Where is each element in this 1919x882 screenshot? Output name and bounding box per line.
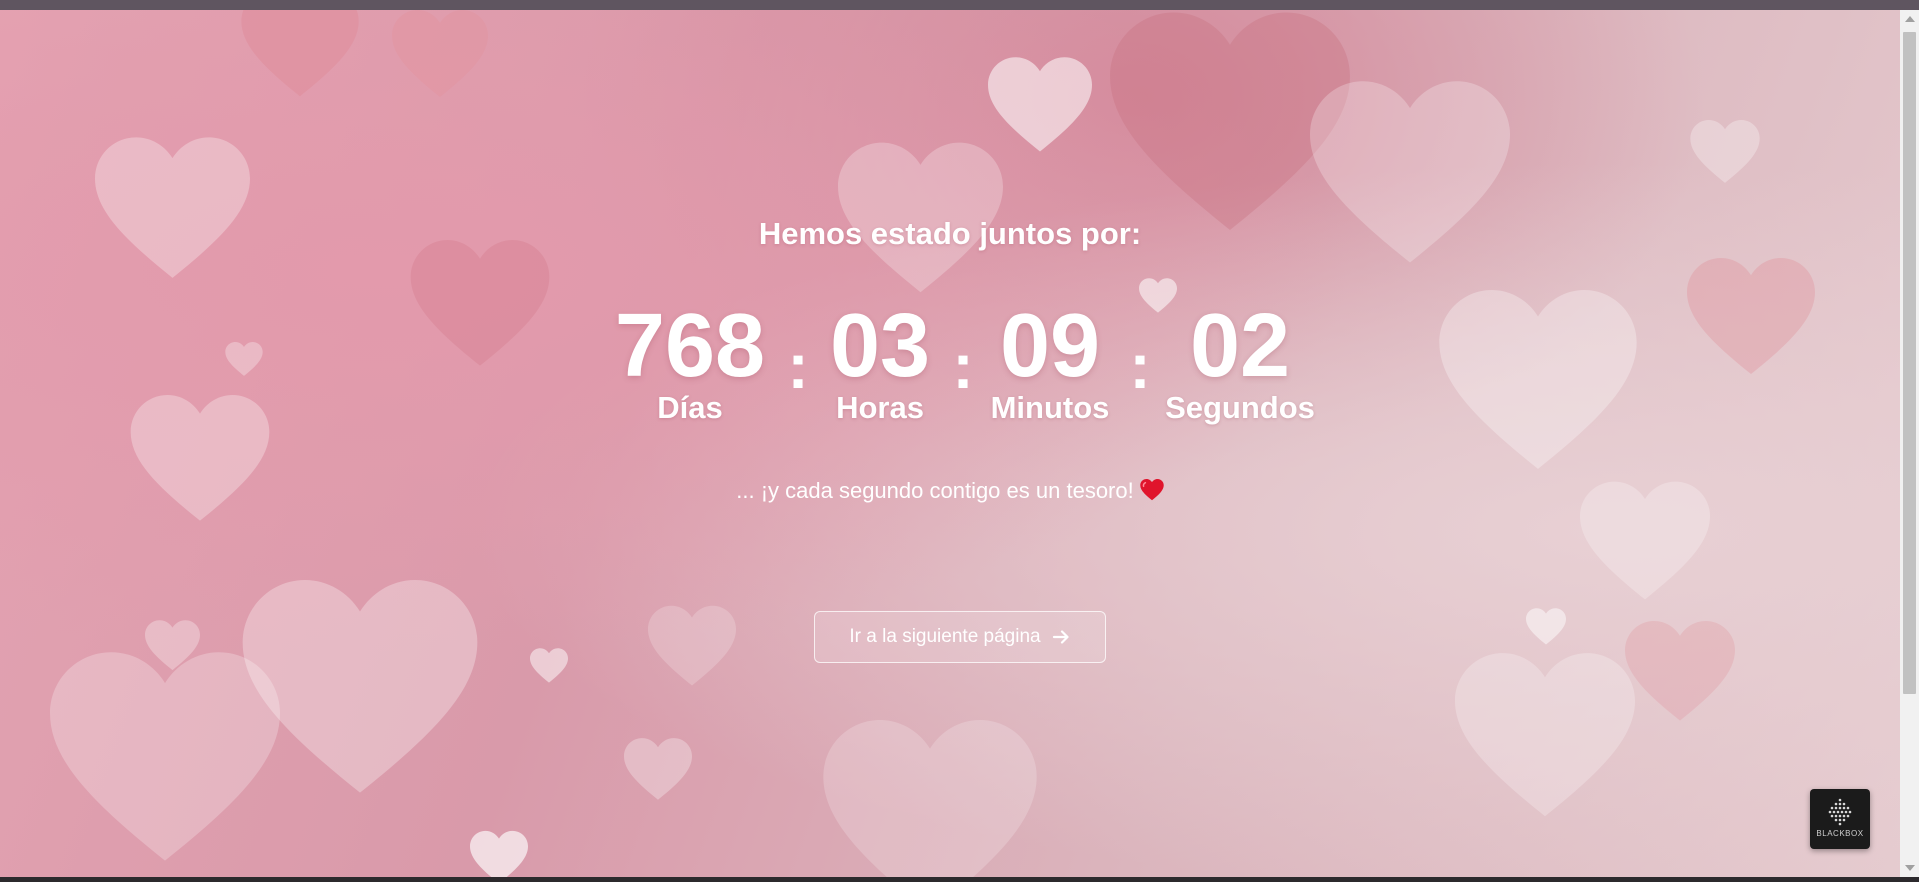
countdown-section: Hemos estado juntos por: 768 Días : 03 H… [0, 0, 1900, 867]
next-page-button[interactable]: Ir a la siguiente página [814, 611, 1106, 663]
next-page-button-label: Ir a la siguiente página [849, 626, 1041, 647]
vertical-scrollbar[interactable] [1900, 10, 1919, 877]
minutes-label: Minutos [990, 390, 1110, 425]
hours-label: Horas [836, 390, 924, 425]
minutes-unit: 09 Minutos [970, 296, 1130, 426]
blackbox-badge[interactable]: BLACKBOX [1810, 789, 1870, 849]
counter-heading: Hemos estado juntos por: [758, 216, 1142, 251]
hours-value: 03 [829, 296, 931, 396]
days-value: 768 [614, 296, 766, 396]
window-bottom-edge [0, 877, 1919, 882]
scroll-up-arrow-icon[interactable] [1905, 16, 1915, 22]
red-heart-icon [1140, 479, 1164, 501]
hours-unit: 03 Horas [800, 296, 960, 426]
seconds-unit: 02 Segundos [1150, 296, 1330, 426]
days-unit: 768 Días [600, 296, 780, 426]
love-message-text: ... ¡y cada segundo contigo es un tesoro… [736, 478, 1134, 503]
scrollbar-thumb[interactable] [1903, 32, 1916, 694]
love-message: ... ¡y cada segundo contigo es un tesoro… [0, 478, 1900, 504]
arrow-right-icon [1052, 630, 1069, 644]
blackbox-badge-text: BLACKBOX [1816, 829, 1864, 838]
seconds-label: Segundos [1165, 390, 1315, 425]
minutes-value: 09 [999, 296, 1101, 396]
seconds-value: 02 [1189, 296, 1291, 396]
scroll-down-arrow-icon[interactable] [1905, 865, 1915, 871]
blackbox-logo-icon [1828, 798, 1852, 826]
